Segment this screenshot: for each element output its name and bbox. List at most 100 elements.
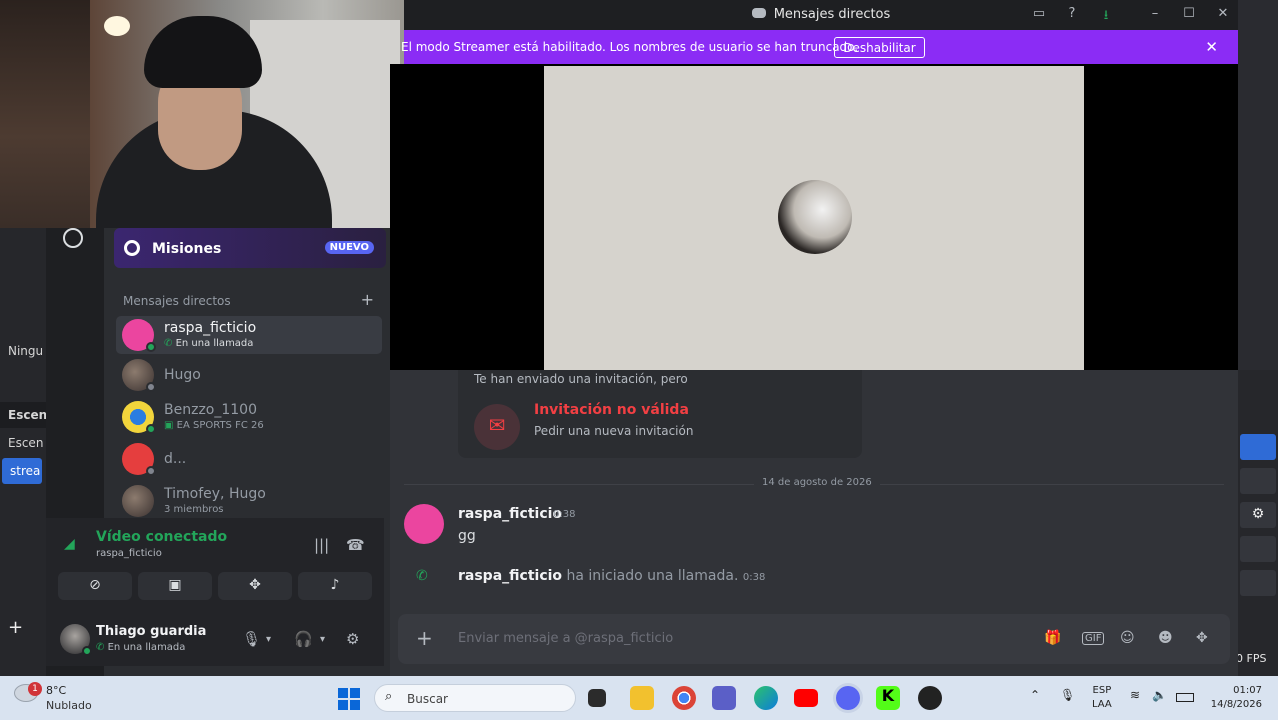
obs-icon[interactable]	[918, 686, 942, 710]
message-composer[interactable]: + Enviar mensaje a @raspa_ficticio 🎁 GIF…	[398, 614, 1230, 664]
discover-icon[interactable]	[63, 228, 83, 248]
dm-name: d...	[164, 451, 187, 467]
emoji-icon[interactable]: ☻	[1158, 630, 1173, 646]
scene-row[interactable]: Ningu	[0, 338, 46, 364]
video-tile[interactable]	[544, 66, 1084, 370]
dm-item[interactable]: raspa_ficticio ✆ En una llamada	[116, 316, 382, 354]
language-indicator[interactable]: ESP LAA	[1092, 684, 1112, 712]
add-scene-icon[interactable]: +	[8, 617, 23, 638]
phone-icon: ✆	[416, 568, 428, 584]
gift-icon[interactable]: 🎁	[1044, 630, 1061, 646]
youtube-icon[interactable]	[794, 689, 818, 707]
microphone-icon[interactable]: 🎙	[242, 630, 261, 648]
minimize-icon[interactable]: –	[1146, 6, 1164, 24]
call-author[interactable]: raspa_ficticio	[458, 568, 562, 584]
invite-subtitle: Pedir una nueva invitación	[534, 424, 694, 438]
dm-item[interactable]: Benzzo_1100 ▣ EA SPORTS FC 26	[116, 398, 382, 436]
chevron-down-icon[interactable]: ▾	[320, 634, 325, 645]
disable-button[interactable]: Deshabilitar	[834, 37, 925, 58]
gamepad-icon: ▣	[164, 420, 177, 431]
apps-icon[interactable]: ✥	[1196, 630, 1208, 646]
headphones-icon[interactable]: 🎧	[294, 630, 313, 648]
participant-avatar	[778, 180, 852, 254]
banner-close-icon[interactable]: ✕	[1205, 38, 1218, 56]
user-status-text: En una llamada	[107, 642, 186, 653]
new-badge: NUEVO	[324, 241, 374, 254]
maximize-icon[interactable]: ☐	[1180, 6, 1198, 24]
dm-item[interactable]: Timofey, Hugo 3 miembros	[116, 482, 382, 520]
message-avatar[interactable]	[404, 504, 444, 544]
download-icon[interactable]: ⭳	[1097, 6, 1115, 24]
gif-icon[interactable]: GIF	[1082, 632, 1105, 645]
clock[interactable]: 01:07 14/8/2026	[1206, 684, 1262, 712]
date-divider-text: 14 de agosto de 2026	[754, 477, 880, 488]
chevron-up-icon[interactable]: ⌃	[1030, 688, 1040, 702]
battery-icon[interactable]	[1176, 693, 1194, 702]
sticker-icon[interactable]: ☺	[1120, 630, 1135, 646]
dm-name: Hugo	[164, 367, 201, 383]
offline-status-icon	[146, 382, 156, 392]
composer-placeholder[interactable]: Enviar mensaje a @raspa_ficticio	[458, 631, 673, 646]
chrome-icon[interactable]	[672, 686, 696, 710]
banner-text: El modo Streamer está habilitado. Los no…	[401, 40, 859, 54]
signal-icon[interactable]: ◢	[64, 536, 75, 552]
invite-header: Te han enviado una invitación, pero	[474, 372, 688, 386]
activities-icon[interactable]: ✥	[218, 572, 292, 600]
dm-item[interactable]: Hugo	[116, 356, 382, 394]
chevron-down-icon[interactable]: ▾	[266, 634, 271, 645]
voice-channel: raspa_ficticio	[96, 548, 162, 559]
screen-share-icon[interactable]: ▣	[138, 572, 212, 600]
scene-row-selected[interactable]: strea	[2, 458, 42, 484]
clock-date: 14/8/2026	[1210, 699, 1262, 710]
settings-gear-icon[interactable]: ⚙	[346, 630, 359, 648]
weather-condition[interactable]: Nublado	[46, 699, 92, 712]
noise-suppression-icon[interactable]: |||	[314, 536, 329, 554]
control-button[interactable]	[1240, 570, 1276, 596]
call-text: ha iniciado una llamada.	[566, 568, 739, 584]
quests-label: Misiones	[152, 241, 222, 257]
task-view-icon[interactable]	[588, 689, 606, 707]
create-dm-icon[interactable]: +	[361, 290, 374, 309]
webcam-person	[144, 16, 262, 88]
dm-item[interactable]: d...	[116, 440, 382, 478]
close-icon[interactable]: ✕	[1214, 6, 1232, 24]
file-explorer-icon[interactable]	[630, 686, 654, 710]
message-author[interactable]: raspa_ficticio	[458, 506, 562, 522]
attach-plus-icon[interactable]: +	[416, 626, 433, 650]
voice-title[interactable]: Vídeo conectado	[96, 529, 227, 545]
voice-panel: ◢ Vídeo conectado raspa_ficticio ||| ☎ ⊘…	[46, 518, 384, 612]
hang-up-icon[interactable]: ☎	[346, 536, 365, 554]
online-status-icon	[146, 424, 156, 434]
teams-icon[interactable]	[712, 686, 736, 710]
volume-icon[interactable]: 🔈	[1152, 688, 1167, 702]
invite-embed: Te han enviado una invitación, pero ✉ In…	[458, 370, 862, 458]
kick-icon[interactable]: K	[876, 686, 900, 710]
inbox-icon[interactable]: ▭	[1030, 6, 1048, 24]
control-button[interactable]	[1240, 468, 1276, 494]
scene-row[interactable]: Escen	[0, 430, 46, 456]
edge-icon[interactable]	[754, 686, 778, 710]
camera-off-icon[interactable]: ⊘	[58, 572, 132, 600]
dm-name: Benzzo_1100	[164, 402, 257, 418]
fps-readout: 0 FPS	[1236, 652, 1267, 665]
window-titlebar: Mensajes directos ▭ ? ⭳ – ☐ ✕	[404, 0, 1238, 30]
message-time: 0:38	[553, 509, 576, 520]
settings-gear-icon[interactable]: ⚙	[1240, 502, 1276, 528]
taskbar: 1 8°C Nublado ⌕ Buscar K ⌃ 🎙 ESP LAA ≋ 🔈 …	[0, 676, 1278, 720]
discord-icon[interactable]	[836, 686, 860, 710]
wifi-icon[interactable]: ≋	[1130, 688, 1140, 702]
weather-temp[interactable]: 8°C	[46, 684, 66, 697]
user-name[interactable]: Thiago guardia	[96, 624, 206, 639]
search-box[interactable]: ⌕ Buscar	[374, 684, 576, 712]
scenes-header: Escen	[0, 402, 46, 428]
dm-status: ▣ EA SPORTS FC 26	[164, 420, 264, 431]
control-button[interactable]	[1240, 536, 1276, 562]
dm-status-text: En una llamada	[175, 338, 254, 349]
quests-item[interactable]: Misiones NUEVO	[114, 228, 386, 268]
microphone-icon[interactable]: 🎙	[1060, 688, 1075, 702]
control-button[interactable]	[1240, 434, 1276, 460]
help-icon[interactable]: ?	[1063, 6, 1081, 24]
keyboard-layout: LAA	[1092, 699, 1112, 710]
soundboard-icon[interactable]: ♪	[298, 572, 372, 600]
windows-start-icon[interactable]	[338, 688, 360, 710]
